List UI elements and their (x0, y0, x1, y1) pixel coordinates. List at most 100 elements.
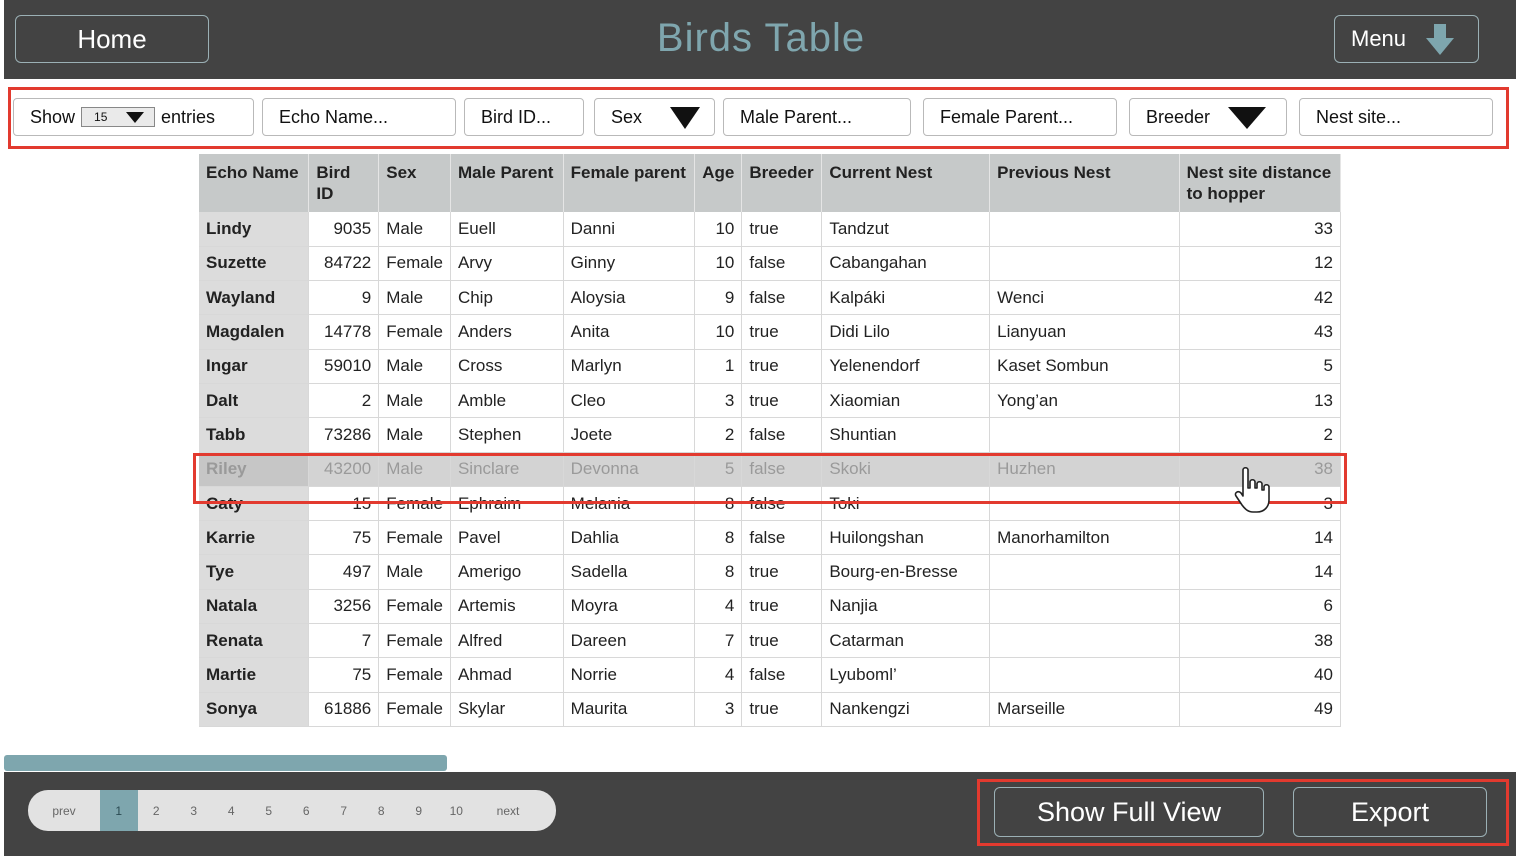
table-cell: Male (378, 417, 451, 453)
table-cell: true (741, 212, 823, 247)
pagination-page[interactable]: 1 (100, 790, 138, 831)
pagination-prev[interactable]: prev (28, 790, 100, 831)
table-cell: 4 (694, 589, 743, 625)
column-header[interactable]: Echo Name (199, 154, 310, 212)
table-cell: Arvy (450, 246, 564, 282)
table-row[interactable]: Martie 75 Female Ahmad Norrie 4 false Lyuboml’ 4… (199, 657, 1341, 693)
table-cell: 497 (308, 554, 380, 590)
table-cell: Yong’an (989, 383, 1180, 419)
pagination-page[interactable]: 10 (438, 790, 476, 831)
breeder-filter[interactable]: Breeder (1129, 98, 1287, 136)
table-cell: 61886 (308, 692, 380, 727)
table-row[interactable]: Ingar 59010 Male Cross Marlyn 1 true Yelenendor… (199, 349, 1341, 384)
column-header[interactable]: Sex (378, 154, 451, 212)
table-cell: 2 (694, 417, 743, 453)
table-row[interactable]: Magdalen 14778 Female Anders Anita 10 true Didi… (199, 314, 1341, 350)
table-cell: 59010 (308, 349, 380, 384)
table-cell: Moyra (563, 589, 696, 625)
table-cell: Amble (450, 383, 564, 419)
table-cell: Male (378, 349, 451, 384)
table-cell: 14 (1179, 554, 1341, 590)
hand-pointer-icon (1234, 466, 1270, 513)
table-row[interactable]: Suzette 84722 Female Arvy Ginny 10 false Cabang… (199, 246, 1341, 282)
table-cell: Maurita (563, 692, 696, 727)
table-cell: Anders (450, 314, 564, 350)
page-title: Birds Table (656, 16, 866, 60)
column-header[interactable]: Female parent (563, 154, 696, 212)
table-cell: Female (378, 520, 451, 556)
table-cell: 2 (1179, 417, 1341, 453)
table-row[interactable]: Tabb 73286 Male Stephen Joete 2 false Shuntian 2 (199, 417, 1341, 453)
table-row[interactable]: Renata 7 Female Alfred Dareen 7 true Catarman 38 (199, 623, 1341, 659)
column-header[interactable]: Nest site distance to hopper (1179, 154, 1341, 212)
pagination-page[interactable]: 4 (213, 790, 251, 831)
column-header[interactable]: Breeder (741, 154, 823, 212)
pagination-page[interactable]: 6 (288, 790, 326, 831)
horizontal-scrollbar[interactable] (4, 755, 447, 771)
sex-filter-label: Sex (611, 106, 643, 127)
table-cell: true (741, 314, 823, 350)
table-cell: true (741, 589, 823, 625)
show-full-view-button[interactable]: Show Full View (994, 787, 1264, 837)
table-cell: 9 (694, 280, 743, 316)
table-cell: Karrie (199, 520, 310, 556)
table-cell: Aloysia (563, 280, 696, 316)
table-row[interactable]: Karrie 75 Female Pavel Dahlia 8 false Huilongsh… (199, 520, 1341, 556)
table-cell: Ingar (199, 349, 310, 384)
table-cell: 10 (694, 212, 743, 247)
table-row[interactable]: Dalt 2 Male Amble Cleo 3 true Xiaomian Yong’an 13 (199, 383, 1341, 419)
table-cell: Ahmad (450, 657, 564, 693)
pagination-page[interactable]: 9 (400, 790, 438, 831)
column-header[interactable]: Current Nest (821, 154, 991, 212)
pagination-page[interactable]: 3 (175, 790, 213, 831)
column-header[interactable]: Previous Nest (989, 154, 1180, 212)
menu-button[interactable]: Menu (1334, 15, 1479, 63)
pagination-next[interactable]: next (475, 790, 541, 831)
arrow-down-icon (1426, 24, 1454, 55)
table-row[interactable]: Wayland 9 Male Chip Aloysia 9 false Kalpáki Wenc… (199, 280, 1341, 316)
table-cell: Nanjia (821, 589, 991, 625)
female-parent-filter[interactable]: Female Parent... (923, 98, 1117, 136)
table-row[interactable]: Lindy 9035 Male Euell Danni 10 true Tandzut 33 (199, 212, 1341, 247)
table-cell: Joete (563, 417, 696, 453)
table-cell: Chip (450, 280, 564, 316)
table-cell: Dahlia (563, 520, 696, 556)
table-cell: 9035 (308, 212, 380, 247)
nest-site-filter[interactable]: Nest site... (1299, 98, 1493, 136)
table-row[interactable]: Tye 497 Male Amerigo Sadella 8 true Bourg-en-Br… (199, 554, 1341, 590)
pagination-page[interactable]: 2 (138, 790, 176, 831)
sex-filter[interactable]: Sex (594, 98, 715, 136)
pagination-page[interactable]: 5 (250, 790, 288, 831)
echo-name-filter[interactable]: Echo Name... (262, 98, 456, 136)
export-button[interactable]: Export (1293, 787, 1487, 837)
table-cell: Female (378, 692, 451, 727)
table-cell: 6 (1179, 589, 1341, 625)
table-cell: Dareen (563, 623, 696, 659)
table-cell: 75 (308, 520, 380, 556)
column-header[interactable]: Bird ID (308, 154, 380, 212)
bird-id-filter[interactable]: Bird ID... (464, 98, 584, 136)
table-cell: Kaset Sombun (989, 349, 1180, 384)
menu-label: Menu (1351, 26, 1407, 51)
table-cell: 8 (694, 520, 743, 556)
table-cell: 84722 (308, 246, 380, 282)
table-row[interactable]: Sonya 61886 Female Skylar Maurita 3 true Nanken… (199, 692, 1341, 727)
table-cell: Female (378, 246, 451, 282)
column-header[interactable]: Age (694, 154, 743, 212)
table-row[interactable]: Natala 3256 Female Artemis Moyra 4 true Nanjia 6 (199, 589, 1341, 625)
table-cell: Lyuboml’ (821, 657, 991, 693)
table-cell: 40 (1179, 657, 1341, 693)
table-cell: 13 (1179, 383, 1341, 419)
table-cell: Amerigo (450, 554, 564, 590)
male-parent-filter[interactable]: Male Parent... (723, 98, 911, 136)
table-cell: 14 (1179, 520, 1341, 556)
table-cell: Skylar (450, 692, 564, 727)
pagination-page[interactable]: 7 (325, 790, 363, 831)
column-header[interactable]: Male Parent (450, 154, 564, 212)
table-cell: 42 (1179, 280, 1341, 316)
table-cell: Manorhamilton (989, 520, 1180, 556)
entries-select[interactable]: 15 (81, 107, 156, 127)
pagination-page[interactable]: 8 (363, 790, 401, 831)
table-cell: Sadella (563, 554, 696, 590)
table-cell: Yelenendorf (821, 349, 991, 384)
